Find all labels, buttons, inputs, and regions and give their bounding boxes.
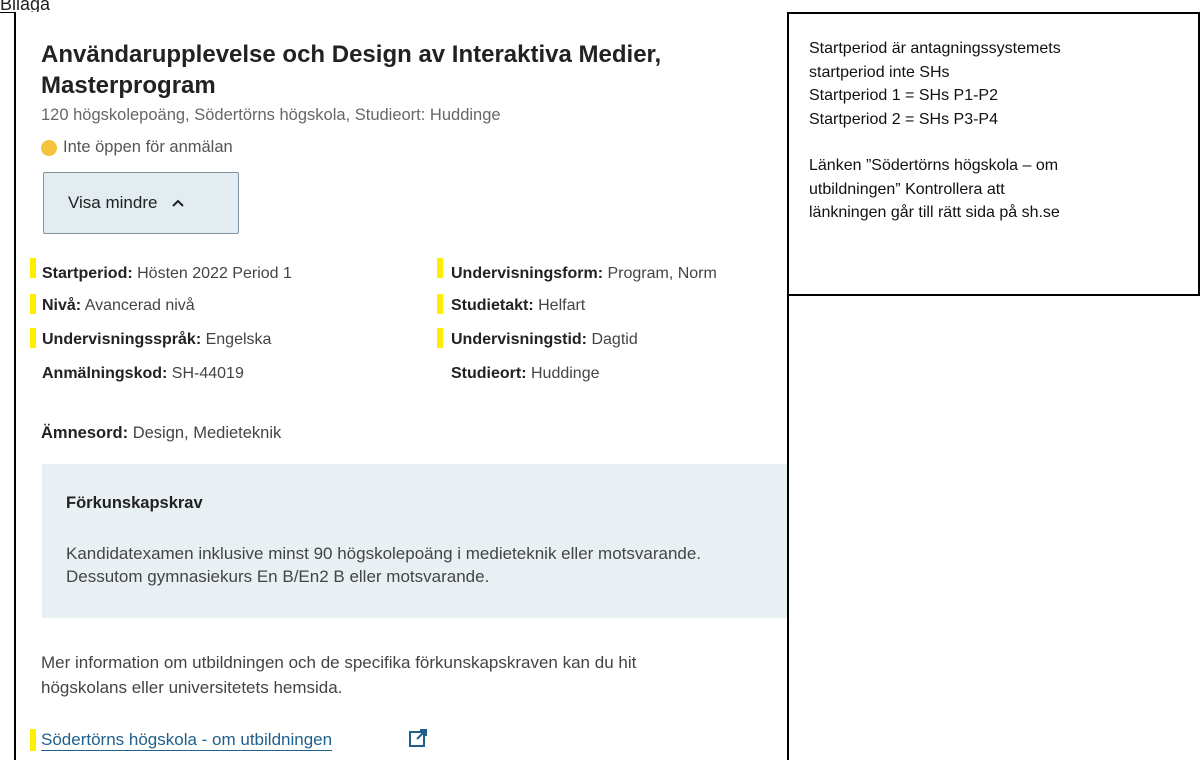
note-line: Länken ”Södertörns högskola – om — [809, 157, 1059, 174]
more-info-text: Mer information om utbildningen och de s… — [41, 653, 637, 697]
highlight-marker — [30, 729, 36, 751]
highlight-marker — [437, 258, 443, 278]
fact-value: Helfart — [538, 297, 586, 314]
fact-anmalningskod: Anmälningskod: SH-44019 — [42, 365, 244, 383]
external-link-icon[interactable] — [408, 728, 428, 748]
status-dot-icon — [41, 139, 57, 156]
external-program-link[interactable]: Södertörns högskola - om utbildningen — [41, 730, 333, 751]
status-indicator: Inte öppen för anmälan — [41, 138, 233, 157]
chevron-up-icon — [172, 199, 185, 207]
fact-value: Engelska — [205, 331, 272, 348]
fact-value: Dagtid — [591, 331, 638, 348]
fact-amnesord: Ämnesord: Design, Medieteknik — [41, 424, 281, 443]
fact-studietakt: Studietakt: Helfart — [451, 297, 585, 315]
fact-value: Program, Norm — [607, 265, 717, 282]
status-text: Inte öppen för anmälan — [63, 138, 233, 156]
note-line: Startperiod 2 = SHs P3-P4 — [809, 110, 998, 128]
fact-niva: Nivå: Avancerad nivå — [42, 297, 195, 315]
prerequisites-title: Förkunskapskrav — [66, 494, 203, 512]
highlight-marker — [30, 328, 36, 348]
comment-note-text: Startperiod är antagningssystemets start… — [809, 37, 1061, 225]
prerequisites-text: Kandidatexamen inklusive minst 90 högsko… — [66, 544, 702, 586]
fact-value: Avancerad nivå — [84, 297, 195, 314]
fact-label: Nivå: — [42, 297, 82, 314]
fact-label: Startperiod: — [42, 265, 133, 282]
note-line: utbildningen” Kontrollera att — [809, 180, 1005, 198]
fact-label: Undervisningsform: — [451, 265, 604, 282]
show-less-button[interactable]: Visa mindre — [43, 172, 239, 234]
highlight-marker — [30, 258, 36, 278]
fact-label: Undervisningsspråk: — [42, 331, 202, 348]
note-line: startperiod inte SHs — [809, 63, 950, 81]
highlight-marker — [437, 328, 443, 348]
program-title: Användarupplevelse och Design av Interak… — [41, 41, 662, 99]
fact-label: Undervisningstid: — [451, 331, 588, 348]
fact-startperiod: Startperiod: Hösten 2022 Period 1 — [42, 265, 292, 283]
fact-undervisningsform: Undervisningsform: Program, Norm — [451, 265, 717, 283]
fact-label: Ämnesord: — [41, 424, 129, 442]
note-line: länkningen går till rätt sida på sh.se — [809, 204, 1060, 221]
screenshot-panel: Användarupplevelse och Design av Interak… — [14, 12, 789, 760]
highlight-marker — [437, 294, 443, 314]
fact-sprak: Undervisningsspråk: Engelska — [42, 331, 271, 349]
fact-value: Design, Medieteknik — [132, 424, 282, 442]
fact-label: Studieort: — [451, 365, 527, 382]
program-subtitle: 120 högskolepoäng, Södertörns högskola, … — [41, 106, 501, 124]
highlight-marker — [30, 294, 36, 314]
fact-value: SH-44019 — [171, 365, 244, 382]
fact-label: Anmälningskod: — [42, 365, 168, 382]
fact-label: Studietakt: — [451, 297, 534, 314]
prerequisites-box: Förkunskapskrav Kandidatexamen inklusive… — [42, 464, 787, 618]
fact-value: Huddinge — [531, 365, 600, 382]
note-line: Startperiod 1 = SHs P1-P2 — [809, 87, 998, 104]
fact-value: Hösten 2022 Period 1 — [137, 265, 292, 282]
show-less-label: Visa mindre — [68, 193, 158, 212]
fact-studieort: Studieort: Huddinge — [451, 365, 600, 383]
fact-undervisningstid: Undervisningstid: Dagtid — [451, 331, 638, 349]
note-line: Startperiod är antagningssystemets — [809, 40, 1061, 57]
comment-note-box: Startperiod är antagningssystemets start… — [789, 12, 1200, 296]
